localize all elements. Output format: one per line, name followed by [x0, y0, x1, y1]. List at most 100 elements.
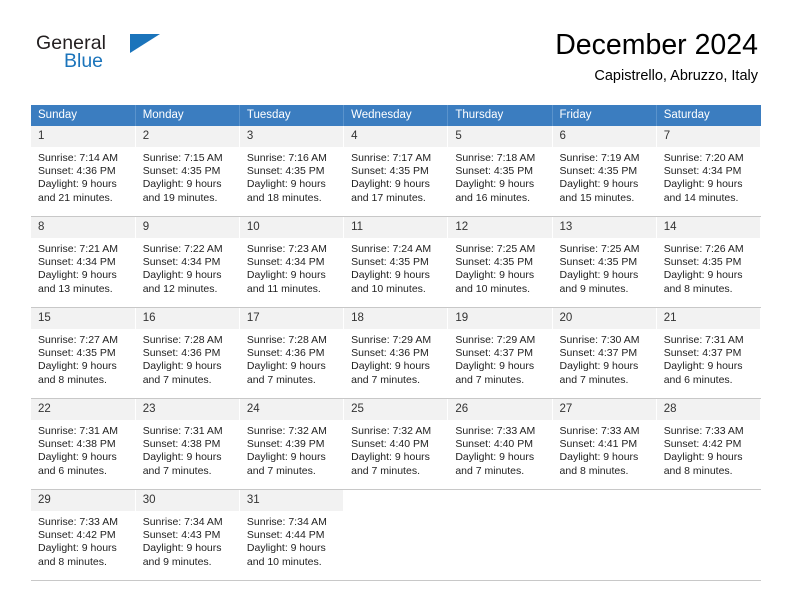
day-cell-content: 19 Sunrise: 7:29 AM Sunset: 4:37 PM Dayligh…	[448, 308, 552, 398]
calendar-day-cell[interactable]: 20 Sunrise: 7:30 AM Sunset: 4:37 PM Dayligh…	[552, 307, 657, 399]
calendar-day-cell[interactable]: 6 Sunrise: 7:19 AM Sunset: 4:35 PM Daylight…	[552, 126, 657, 217]
day-cell-content: 16 Sunrise: 7:28 AM Sunset: 4:36 PM Dayligh…	[135, 308, 239, 398]
day-cell-content: 10 Sunrise: 7:23 AM Sunset: 4:34 PM Dayligh…	[239, 217, 344, 307]
daylight-text: and 7 minutes.	[351, 373, 420, 386]
daylight-text: Daylight: 9 hours	[559, 451, 639, 464]
daylight-text: and 13 minutes.	[38, 282, 113, 295]
day-number: 6	[552, 126, 656, 147]
daylight-text: Daylight: 9 hours	[38, 178, 117, 191]
sunset-text: Sunset: 4:35 PM	[559, 256, 638, 269]
calendar-day-cell[interactable]: 31 Sunrise: 7:34 AM Sunset: 4:44 PM Dayligh…	[239, 489, 345, 581]
calendar-day-cell[interactable]: 22 Sunrise: 7:31 AM Sunset: 4:38 PM Dayligh…	[31, 398, 136, 490]
logo-triangle-icon	[130, 34, 160, 53]
day-cell-content: 15 Sunrise: 7:27 AM Sunset: 4:35 PM Dayligh…	[31, 308, 135, 398]
daylight-text: and 21 minutes.	[38, 191, 113, 204]
calendar-day-cell[interactable]: 18 Sunrise: 7:29 AM Sunset: 4:36 PM Dayligh…	[343, 307, 449, 399]
calendar-day-cell[interactable]: 25 Sunrise: 7:32 AM Sunset: 4:40 PM Dayligh…	[343, 398, 449, 490]
sunrise-text: Sunrise: 7:20 AM	[663, 152, 744, 164]
calendar-day-cell[interactable]: 27 Sunrise: 7:33 AM Sunset: 4:41 PM Dayligh…	[552, 398, 657, 490]
calendar-day-cell[interactable]: 12 Sunrise: 7:25 AM Sunset: 4:35 PM Dayligh…	[447, 216, 553, 308]
calendar-day-cell[interactable]: 26 Sunrise: 7:33 AM Sunset: 4:40 PM Dayligh…	[447, 398, 553, 490]
calendar-day-cell[interactable]: 2 Sunrise: 7:15 AM Sunset: 4:35 PM Daylight…	[135, 126, 240, 217]
daylight-text: and 10 minutes.	[351, 282, 426, 295]
calendar-day-cell[interactable]: 3 Sunrise: 7:16 AM Sunset: 4:35 PM Daylight…	[239, 126, 345, 217]
logo-text-blue: Blue	[64, 50, 104, 72]
calendar-day-cell[interactable]: 7 Sunrise: 7:20 AM Sunset: 4:34 PM Daylight…	[656, 126, 762, 217]
day-cell-content: 29 Sunrise: 7:33 AM Sunset: 4:42 PM Dayligh…	[31, 490, 135, 580]
calendar-day-cell[interactable]: 9 Sunrise: 7:22 AM Sunset: 4:34 PM Daylight…	[135, 216, 240, 308]
sunrise-text: Sunrise: 7:17 AM	[351, 152, 432, 164]
day-number: 25	[344, 399, 448, 420]
day-cell-content: 8 Sunrise: 7:21 AM Sunset: 4:34 PM Daylight…	[31, 217, 135, 307]
day-number: 10	[239, 217, 344, 238]
day-cell-content: 27 Sunrise: 7:33 AM Sunset: 4:41 PM Dayligh…	[552, 399, 656, 489]
calendar-day-cell[interactable]: 30 Sunrise: 7:34 AM Sunset: 4:43 PM Dayligh…	[135, 489, 240, 581]
calendar-day-cell[interactable]: 17 Sunrise: 7:28 AM Sunset: 4:36 PM Dayligh…	[239, 307, 345, 399]
calendar-day-cell[interactable]: 4 Sunrise: 7:17 AM Sunset: 4:35 PM Daylight…	[343, 126, 449, 217]
day-number: 28	[656, 399, 760, 420]
daylight-text: Daylight: 9 hours	[246, 451, 326, 464]
calendar-day-cell[interactable]: 13 Sunrise: 7:25 AM Sunset: 4:35 PM Dayligh…	[552, 216, 657, 308]
daylight-text: Daylight: 9 hours	[246, 269, 326, 282]
day-details: Sunrise: 7:33 AM Sunset: 4:42 PM Daylight:…	[657, 420, 760, 478]
calendar-day-cell[interactable]: 5 Sunrise: 7:18 AM Sunset: 4:35 PM Daylight…	[447, 126, 553, 217]
sunrise-text: Sunrise: 7:25 AM	[559, 243, 640, 255]
day-details: Sunrise: 7:33 AM Sunset: 4:41 PM Daylight:…	[553, 420, 656, 478]
calendar-day-cell[interactable]: 11 Sunrise: 7:24 AM Sunset: 4:35 PM Dayligh…	[343, 216, 449, 308]
day-cell-content: 6 Sunrise: 7:19 AM Sunset: 4:35 PM Daylight…	[552, 126, 656, 216]
daylight-text: Daylight: 9 hours	[351, 360, 430, 373]
day-cell-content: 4 Sunrise: 7:17 AM Sunset: 4:35 PM Daylight…	[344, 126, 448, 216]
calendar-day-cell[interactable]	[447, 489, 553, 581]
day-cell-content: 3 Sunrise: 7:16 AM Sunset: 4:35 PM Daylight…	[239, 126, 344, 216]
calendar-day-cell[interactable]: 16 Sunrise: 7:28 AM Sunset: 4:36 PM Dayligh…	[135, 307, 240, 399]
sunset-text: Sunset: 4:37 PM	[559, 347, 638, 360]
daylight-text: and 7 minutes.	[455, 373, 525, 386]
day-cell-content: 24 Sunrise: 7:32 AM Sunset: 4:39 PM Dayligh…	[239, 399, 344, 489]
calendar-day-cell[interactable]	[552, 489, 657, 581]
daylight-text: and 7 minutes.	[142, 373, 212, 386]
day-cell-empty	[448, 490, 551, 580]
daylight-text: Daylight: 9 hours	[559, 360, 639, 373]
sunrise-text: Sunrise: 7:33 AM	[663, 425, 744, 437]
day-cell-content: 12 Sunrise: 7:25 AM Sunset: 4:35 PM Dayligh…	[448, 217, 552, 307]
sunrise-text: Sunrise: 7:33 AM	[455, 425, 536, 437]
day-number	[344, 490, 447, 511]
daylight-text: Daylight: 9 hours	[142, 178, 222, 191]
calendar-day-cell[interactable]: 28 Sunrise: 7:33 AM Sunset: 4:42 PM Dayligh…	[656, 398, 762, 490]
day-cell-content: 30 Sunrise: 7:34 AM Sunset: 4:43 PM Dayligh…	[135, 490, 239, 580]
calendar-day-cell[interactable]: 23 Sunrise: 7:31 AM Sunset: 4:38 PM Dayligh…	[135, 398, 240, 490]
sunset-text: Sunset: 4:35 PM	[351, 256, 429, 269]
calendar-day-cell[interactable]: 19 Sunrise: 7:29 AM Sunset: 4:37 PM Dayligh…	[447, 307, 553, 399]
day-number: 7	[656, 126, 760, 147]
calendar-day-cell[interactable]: 8 Sunrise: 7:21 AM Sunset: 4:34 PM Daylight…	[31, 216, 136, 308]
sunrise-text: Sunrise: 7:15 AM	[142, 152, 223, 164]
calendar-day-cell[interactable]: 29 Sunrise: 7:33 AM Sunset: 4:42 PM Dayligh…	[31, 489, 136, 581]
sunrise-text: Sunrise: 7:29 AM	[351, 334, 432, 346]
day-number: 2	[135, 126, 239, 147]
day-cell-content: 18 Sunrise: 7:29 AM Sunset: 4:36 PM Dayligh…	[344, 308, 448, 398]
calendar-table: Sunday Monday Tuesday Wednesday Thursday…	[31, 105, 762, 581]
sunrise-text: Sunrise: 7:31 AM	[663, 334, 744, 346]
calendar-week-row: 1 Sunrise: 7:14 AM Sunset: 4:36 PM Daylight…	[31, 126, 762, 217]
day-details: Sunrise: 7:25 AM Sunset: 4:35 PM Daylight:…	[448, 238, 551, 296]
calendar-day-cell[interactable]	[656, 489, 762, 581]
calendar-day-cell[interactable]: 1 Sunrise: 7:14 AM Sunset: 4:36 PM Daylight…	[31, 126, 136, 217]
calendar-day-cell[interactable]: 14 Sunrise: 7:26 AM Sunset: 4:35 PM Dayligh…	[656, 216, 762, 308]
calendar-day-cell[interactable]: 21 Sunrise: 7:31 AM Sunset: 4:37 PM Dayligh…	[656, 307, 762, 399]
sunset-text: Sunset: 4:35 PM	[455, 256, 533, 269]
daylight-text: and 8 minutes.	[559, 464, 629, 477]
day-details: Sunrise: 7:33 AM Sunset: 4:40 PM Daylight:…	[448, 420, 551, 478]
day-number: 1	[31, 126, 135, 147]
daylight-text: Daylight: 9 hours	[455, 178, 535, 191]
calendar-day-cell[interactable]: 10 Sunrise: 7:23 AM Sunset: 4:34 PM Dayligh…	[239, 216, 345, 308]
calendar-day-cell[interactable]: 15 Sunrise: 7:27 AM Sunset: 4:35 PM Dayligh…	[31, 307, 136, 399]
day-cell-content: 13 Sunrise: 7:25 AM Sunset: 4:35 PM Dayligh…	[552, 217, 656, 307]
sunrise-text: Sunrise: 7:32 AM	[246, 425, 327, 437]
sunrise-text: Sunrise: 7:18 AM	[455, 152, 536, 164]
daylight-text: Daylight: 9 hours	[351, 269, 430, 282]
general-blue-logo[interactable]: General Blue	[34, 32, 234, 84]
calendar-day-cell[interactable]: 24 Sunrise: 7:32 AM Sunset: 4:39 PM Dayligh…	[239, 398, 345, 490]
weekday-header-wednesday: Wednesday	[343, 105, 449, 126]
calendar-week-row: 15 Sunrise: 7:27 AM Sunset: 4:35 PM Dayligh…	[31, 307, 762, 399]
calendar-day-cell[interactable]	[343, 489, 449, 581]
